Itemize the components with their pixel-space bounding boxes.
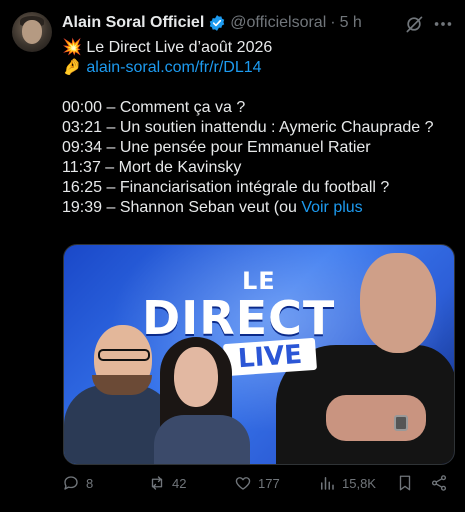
tweet-actions: 8 42 177 15,8K xyxy=(62,474,455,496)
avatar[interactable] xyxy=(12,12,52,52)
tweet-text: 💥 Le Direct Live d’août 2026 🤌 alain-sor… xyxy=(62,38,452,218)
pinch-emoji: 🤌 xyxy=(62,59,82,76)
timestamp-line: 00:00 – Comment ça va ? xyxy=(62,99,246,116)
separator-dot: · xyxy=(330,14,336,31)
bookmark-button[interactable] xyxy=(396,474,420,492)
heart-icon xyxy=(235,477,251,490)
verified-badge-icon xyxy=(210,15,225,31)
author-name[interactable]: Alain Soral Officiel xyxy=(62,14,204,32)
reply-icon xyxy=(64,476,78,490)
video-thumbnail[interactable]: LE DIRECT LIVE xyxy=(63,244,455,465)
show-more-link[interactable]: Voir plus xyxy=(301,199,362,216)
tweet-link[interactable]: alain-soral.com/fr/r/DL14 xyxy=(86,59,261,76)
timestamp-line-truncated: 19:39 – Shannon Seban veut (ou Voir plus xyxy=(62,199,363,216)
tweet-headline: 💥 Le Direct Live d’août 2026 xyxy=(62,39,273,56)
timestamp-line: 16:25 – Financiarisation intégrale du fo… xyxy=(62,179,390,196)
repost-count: 42 xyxy=(172,475,187,491)
tweet-link-line: 🤌 alain-soral.com/fr/r/DL14 xyxy=(62,58,452,78)
timestamp-line: 03:21 – Un soutien inattendu : Aymeric C… xyxy=(62,119,434,136)
author-handle[interactable]: @officielsoral xyxy=(230,14,326,32)
share-button[interactable] xyxy=(430,474,454,492)
views-button[interactable]: 15,8K xyxy=(318,474,376,492)
repost-icon xyxy=(151,476,163,490)
like-button[interactable]: 177 xyxy=(234,474,280,492)
reply-button[interactable]: 8 xyxy=(62,474,93,492)
more-icon[interactable] xyxy=(432,14,454,34)
grok-icon[interactable] xyxy=(404,14,424,34)
thumbnail-title-big: DIRECT xyxy=(142,291,336,345)
repost-button[interactable]: 42 xyxy=(148,474,186,492)
tweet-header: Alain Soral Officiel @officielsoral · 5 … xyxy=(62,14,405,32)
timestamp-line: 11:37 – Mort de Kavinsky xyxy=(62,159,242,176)
views-count: 15,8K xyxy=(342,475,376,491)
tweet-time[interactable]: 5 h xyxy=(340,14,362,32)
thumbnail-live-badge: LIVE xyxy=(222,337,318,377)
views-icon xyxy=(321,477,334,490)
timestamp-line: 09:34 – Une pensée pour Emmanuel Ratier xyxy=(62,139,371,156)
like-count: 177 xyxy=(258,475,280,491)
reply-count: 8 xyxy=(86,475,94,491)
bookmark-icon xyxy=(399,475,411,491)
share-icon xyxy=(431,475,447,491)
